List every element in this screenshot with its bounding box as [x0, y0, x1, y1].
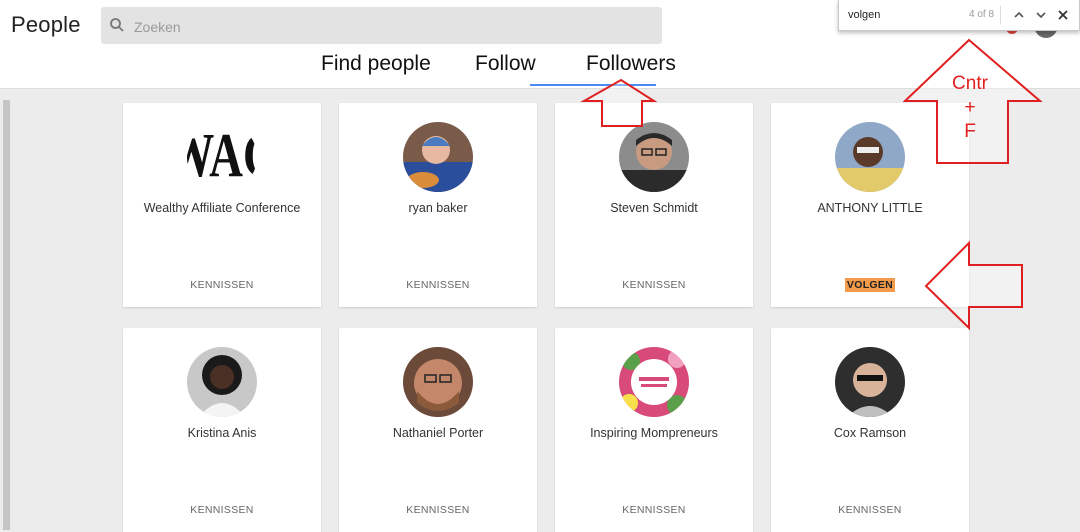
annotation-line-1: Cntr — [952, 73, 988, 94]
up-arrow-annotation — [580, 78, 658, 127]
left-arrow-annotation — [924, 240, 1023, 331]
annotation-line-2: + — [964, 97, 976, 118]
annotation-overlay — [580, 38, 1043, 331]
annotation-line-3: F — [964, 121, 976, 142]
annotation-label: Cntr + F — [939, 72, 1001, 144]
